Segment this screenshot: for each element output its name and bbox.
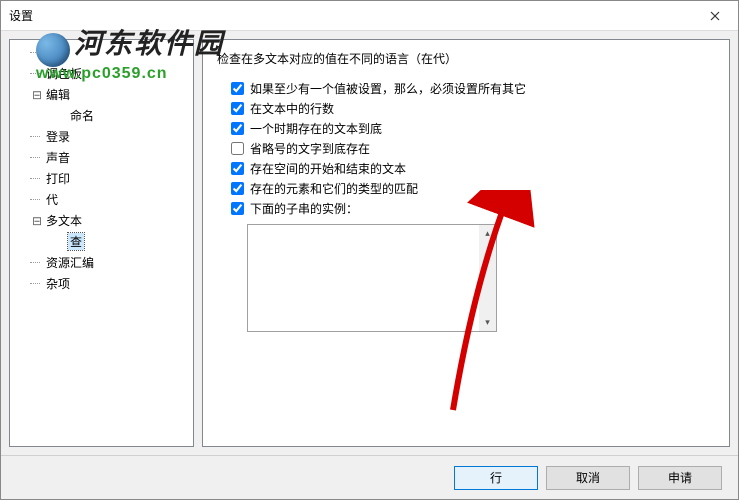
tree-item-label: 般 [44, 44, 60, 61]
checkbox-row[interactable]: 一个时期存在的文本到底 [231, 120, 715, 137]
checkbox[interactable] [231, 82, 244, 95]
tree-item[interactable]: 打印 [10, 168, 193, 189]
checkbox-label: 下面的子串的实例： [250, 200, 358, 217]
cancel-button[interactable]: 取消 [546, 466, 630, 490]
checkbox[interactable] [231, 122, 244, 135]
tree-item[interactable]: 查 [10, 231, 193, 252]
tree-indent [30, 283, 40, 284]
settings-tree[interactable]: 般调色板⊟编辑命名登录声音打印代⊟多文本查资源汇编杂项 [9, 39, 194, 447]
collapse-icon[interactable]: ⊟ [30, 88, 44, 102]
ok-button[interactable]: 行 [454, 466, 538, 490]
tree-item[interactable]: ⊟多文本 [10, 210, 193, 231]
window-title: 设置 [9, 7, 692, 24]
tree-indent [30, 73, 40, 74]
checkbox-label: 存在空间的开始和结束的文本 [250, 160, 406, 177]
titlebar: 设置 [1, 1, 738, 31]
tree-indent [30, 136, 40, 137]
tree-item-label: 查 [68, 233, 84, 250]
tree-item-label: 命名 [68, 107, 96, 124]
tree-item-label: 杂项 [44, 275, 72, 292]
checkbox-label: 在文本中的行数 [250, 100, 334, 117]
tree-item-label: 资源汇编 [44, 254, 96, 271]
tree-item-label: 代 [44, 191, 60, 208]
checkbox-label: 存在的元素和它们的类型的匹配 [250, 180, 418, 197]
tree-item[interactable]: 代 [10, 189, 193, 210]
scroll-down-icon[interactable]: ▾ [479, 314, 496, 331]
collapse-icon[interactable]: ⊟ [30, 214, 44, 228]
checkbox[interactable] [231, 182, 244, 195]
scrollbar[interactable]: ▴ ▾ [479, 225, 496, 331]
tree-indent [30, 178, 40, 179]
tree-item[interactable]: 调色板 [10, 63, 193, 84]
checkbox[interactable] [231, 202, 244, 215]
checkbox-row[interactable]: 存在空间的开始和结束的文本 [231, 160, 715, 177]
tree-indent [30, 262, 40, 263]
tree-item-label: 多文本 [44, 212, 84, 229]
checkbox-row[interactable]: 如果至少有一个值被设置，那么，必须设置所有其它 [231, 80, 715, 97]
tree-item-label: 调色板 [44, 65, 84, 82]
tree-item-label: 登录 [44, 128, 72, 145]
checkbox-label: 一个时期存在的文本到底 [250, 120, 382, 137]
checkbox[interactable] [231, 162, 244, 175]
apply-button[interactable]: 申请 [638, 466, 722, 490]
tree-item[interactable]: 杂项 [10, 273, 193, 294]
checkbox-list: 如果至少有一个值被设置，那么，必须设置所有其它在文本中的行数一个时期存在的文本到… [217, 77, 715, 220]
substring-textarea[interactable]: ▴ ▾ [247, 224, 497, 332]
tree-item[interactable]: 声音 [10, 147, 193, 168]
tree-item[interactable]: 资源汇编 [10, 252, 193, 273]
tree-item-label: 编辑 [44, 86, 72, 103]
content-panel: 检查在多文本对应的值在不同的语言（在代） 如果至少有一个值被设置，那么，必须设置… [202, 39, 730, 447]
tree-indent [30, 199, 40, 200]
window-body: 般调色板⊟编辑命名登录声音打印代⊟多文本查资源汇编杂项 检查在多文本对应的值在不… [1, 31, 738, 499]
tree-item[interactable]: ⊟编辑 [10, 84, 193, 105]
tree-item[interactable]: 般 [10, 42, 193, 63]
tree-item[interactable]: 命名 [10, 105, 193, 126]
tree-item-label: 打印 [44, 170, 72, 187]
scroll-track[interactable] [479, 242, 496, 314]
checkbox-label: 如果至少有一个值被设置，那么，必须设置所有其它 [250, 80, 526, 97]
checkbox-row[interactable]: 省略号的文字到底存在 [231, 140, 715, 157]
settings-window: 设置 般调色板⊟编辑命名登录声音打印代⊟多文本查资源汇编杂项 检查在多文本对应的… [0, 0, 739, 500]
checkbox-row[interactable]: 存在的元素和它们的类型的匹配 [231, 180, 715, 197]
close-icon [710, 11, 720, 21]
checkbox-row[interactable]: 下面的子串的实例： [231, 200, 715, 217]
main-area: 般调色板⊟编辑命名登录声音打印代⊟多文本查资源汇编杂项 检查在多文本对应的值在不… [1, 31, 738, 455]
tree-item[interactable]: 登录 [10, 126, 193, 147]
tree-indent [30, 52, 40, 53]
checkbox[interactable] [231, 142, 244, 155]
section-heading: 检查在多文本对应的值在不同的语言（在代） [217, 50, 715, 67]
checkbox-row[interactable]: 在文本中的行数 [231, 100, 715, 117]
checkbox-label: 省略号的文字到底存在 [250, 140, 370, 157]
tree-item-label: 声音 [44, 149, 72, 166]
tree-indent [30, 157, 40, 158]
close-button[interactable] [692, 1, 738, 31]
checkbox[interactable] [231, 102, 244, 115]
scroll-up-icon[interactable]: ▴ [479, 225, 496, 242]
dialog-footer: 行 取消 申请 [1, 455, 738, 499]
